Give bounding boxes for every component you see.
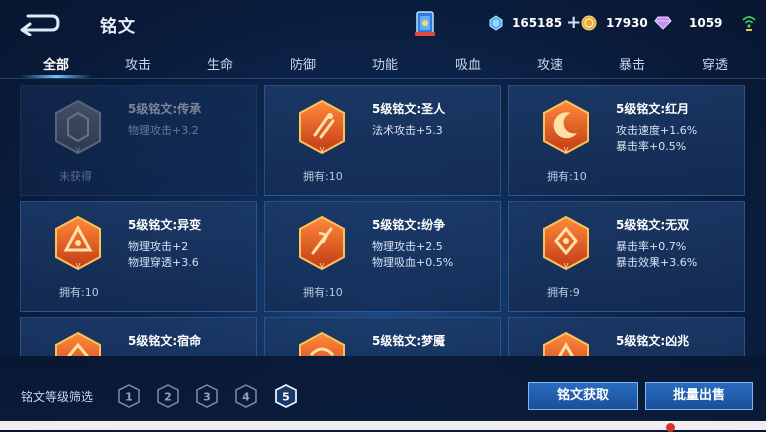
tab-attack[interactable]: 攻击	[125, 54, 151, 73]
svg-text:V: V	[564, 262, 569, 270]
svg-text:5: 5	[282, 391, 290, 404]
inscription-grid: V 5级铭文:传承 物理攻击+3.2 未获得 V 5级铭文:圣人 法术攻击+5.…	[0, 82, 766, 356]
sage-emblem-icon: V	[299, 99, 345, 155]
level-filter-label: 铭文等级筛选	[21, 390, 94, 404]
fate-emblem-icon	[55, 331, 101, 356]
peerless-emblem-icon: V	[543, 215, 589, 271]
get-inscription-button[interactable]: 铭文获取	[528, 382, 638, 410]
inscription-stat: 暴击效果+3.6%	[616, 256, 698, 269]
owned-count: 未获得	[59, 170, 92, 183]
nightmare-emblem-icon	[299, 331, 345, 356]
inscription-name: 5级铭文:纷争	[372, 218, 446, 232]
strife-emblem-icon: V	[299, 215, 345, 271]
tab-lifesteal[interactable]: 吸血	[455, 54, 481, 73]
svg-text:1: 1	[125, 391, 133, 404]
inscription-stat: 暴击率+0.7%	[616, 240, 687, 253]
inscription-name: 5级铭文:凶兆	[616, 334, 690, 348]
inscription-card[interactable]: V 5级铭文:无双 暴击率+0.7% 暴击效果+3.6% 拥有:9	[508, 201, 745, 312]
crystal-gem-icon	[654, 16, 672, 30]
owned-count: 拥有:9	[547, 286, 580, 299]
inscription-card[interactable]: 5级铭文:梦魇	[264, 317, 501, 356]
inscription-name: 5级铭文:异变	[128, 218, 202, 232]
tab-critical[interactable]: 暴击	[619, 54, 645, 73]
level-filter-1[interactable]: 1	[118, 384, 140, 408]
category-tabs: 全部 攻击 生命 防御 功能 吸血 攻速 暴击 穿透	[0, 48, 766, 78]
inscription-stat: 攻击速度+1.6%	[616, 124, 698, 137]
inscription-name: 5级铭文:圣人	[372, 102, 446, 116]
heritage-emblem-icon: V	[55, 99, 101, 155]
inscription-stat: 物理攻击+3.2	[128, 124, 199, 137]
notification-dot	[666, 423, 675, 432]
inscription-name: 5级铭文:无双	[616, 218, 690, 232]
top-bar: 铭文 165185 + 17930 1059	[0, 0, 766, 48]
tab-divider	[0, 78, 766, 79]
svg-text:2: 2	[164, 391, 172, 404]
red-moon-emblem-icon: V	[543, 99, 589, 155]
inscription-stat: 法术攻击+5.3	[372, 124, 443, 137]
diamond-currency: 165185 +	[488, 12, 581, 34]
inscription-name: 5级铭文:红月	[616, 102, 690, 116]
tab-all[interactable]: 全部	[43, 54, 69, 73]
svg-text:V: V	[564, 146, 569, 154]
inscription-card[interactable]: V 5级铭文:传承 物理攻击+3.2 未获得	[20, 85, 257, 196]
inscription-card[interactable]: 5级铭文:凶兆	[508, 317, 745, 356]
tab-defense[interactable]: 防御	[290, 54, 316, 73]
gold-amount: 17930	[606, 16, 648, 30]
level-filter-2[interactable]: 2	[157, 384, 179, 408]
owned-count: 拥有:10	[59, 286, 99, 299]
level-filter-3[interactable]: 3	[196, 384, 218, 408]
diamond-icon	[489, 15, 503, 31]
back-arrow-icon[interactable]	[18, 10, 62, 36]
inscription-name: 5级铭文:传承	[128, 102, 202, 116]
level-filter-4[interactable]: 4	[235, 384, 257, 408]
mutation-emblem-icon: V	[55, 215, 101, 271]
inscription-card[interactable]: V 5级铭文:异变 物理攻击+2 物理穿透+3.6 拥有:10	[20, 201, 257, 312]
svg-text:V: V	[320, 262, 325, 270]
svg-text:V: V	[320, 146, 325, 154]
inscription-card-icon[interactable]	[414, 10, 436, 38]
inscription-stat: 物理攻击+2	[128, 240, 189, 253]
inscription-card[interactable]: V 5级铭文:红月 攻击速度+1.6% 暴击率+0.5% 拥有:10	[508, 85, 745, 196]
inscription-stat: 物理攻击+2.5	[372, 240, 443, 253]
svg-text:3: 3	[203, 391, 211, 404]
inscription-name: 5级铭文:宿命	[128, 334, 202, 348]
add-diamond-button[interactable]: +	[566, 14, 581, 32]
tab-attack-speed[interactable]: 攻速	[537, 54, 563, 73]
diamond-amount: 165185	[512, 16, 563, 30]
omen-emblem-icon	[543, 331, 589, 356]
owned-count: 拥有:10	[303, 286, 343, 299]
inscription-stat: 暴击率+0.5%	[616, 140, 687, 153]
inscription-card[interactable]: 5级铭文:宿命	[20, 317, 257, 356]
inscription-name: 5级铭文:梦魇	[372, 334, 446, 348]
owned-count: 拥有:10	[547, 170, 587, 183]
level-filter-5[interactable]: 5	[275, 384, 297, 408]
gold-currency: 17930	[581, 12, 648, 34]
owned-count: 拥有:10	[303, 170, 343, 183]
svg-text:4: 4	[242, 391, 250, 404]
tab-utility[interactable]: 功能	[372, 54, 398, 73]
inscription-stat: 物理吸血+0.5%	[372, 256, 454, 269]
bottom-strip	[0, 421, 766, 432]
svg-text:V: V	[76, 262, 81, 270]
gem-currency: 1059	[654, 12, 722, 34]
svg-text:V: V	[76, 146, 81, 154]
inscription-stat: 物理穿透+3.6	[128, 256, 199, 269]
gold-coin-icon	[581, 15, 597, 31]
wifi-signal-icon	[742, 16, 756, 31]
page-title: 铭文	[100, 17, 136, 37]
inscription-card[interactable]: V 5级铭文:纷争 物理攻击+2.5 物理吸血+0.5% 拥有:10	[264, 201, 501, 312]
bulk-sell-button[interactable]: 批量出售	[645, 382, 753, 410]
gem-amount: 1059	[689, 16, 723, 30]
tab-health[interactable]: 生命	[207, 54, 233, 73]
inscription-card[interactable]: V 5级铭文:圣人 法术攻击+5.3 拥有:10	[264, 85, 501, 196]
tab-penetration[interactable]: 穿透	[702, 54, 728, 73]
